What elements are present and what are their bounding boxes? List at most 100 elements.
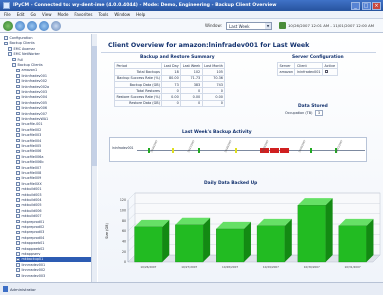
tree-item[interactable]: linuxfile002 <box>16 128 91 133</box>
tree-item[interactable]: linknfradev005 <box>16 101 91 106</box>
close-button[interactable]: × <box>372 1 381 10</box>
bar-side <box>366 218 374 262</box>
backup-event-mark[interactable] <box>198 147 200 153</box>
tree-item-label: Full <box>17 57 24 62</box>
tree-item[interactable]: linuxfile005 <box>16 144 91 149</box>
menu-item[interactable]: Help <box>136 11 145 18</box>
bar <box>134 226 163 263</box>
menu-item[interactable]: File <box>4 11 11 18</box>
tree-item[interactable]: mkappserv <box>16 252 91 257</box>
tree-item[interactable]: linknfradev003 <box>16 90 91 95</box>
tree-item[interactable]: mkappweb02 <box>16 247 91 252</box>
chevron-down-icon[interactable]: ▼ <box>265 22 271 29</box>
tree-item-label: linknfradev006 <box>21 106 48 111</box>
backup-event-mark[interactable] <box>310 147 312 153</box>
table-row[interactable]: amazon lninfradev001 <box>276 68 338 76</box>
client-icon <box>16 241 20 245</box>
client-overview-panel: Client Overview for amazon:lninfradev001… <box>98 34 383 282</box>
bar <box>338 225 367 263</box>
tree-item[interactable]: linuxfile004 <box>16 139 91 144</box>
menu-item[interactable]: Window <box>114 11 130 18</box>
client-icon <box>16 225 20 229</box>
backup-event-mark[interactable] <box>172 147 174 153</box>
calendar-icon[interactable] <box>279 22 286 29</box>
backup-event-mark[interactable] <box>235 147 237 153</box>
tree-item[interactable]: Backup Clients <box>12 63 91 68</box>
tree-item[interactable]: linnrradev001 <box>16 263 91 268</box>
tree-item[interactable]: linuxfile008 <box>16 171 91 176</box>
tree-item[interactable]: linknfradevWA1 <box>16 117 91 122</box>
tree-item-label: Backup Clients <box>17 63 43 67</box>
tree-item[interactable]: mkbuild007 <box>16 214 91 219</box>
status-text: Administrator <box>10 287 36 292</box>
tree-item[interactable]: linuxfile006 <box>16 149 91 154</box>
tree-item[interactable]: mkbuild001 <box>16 187 91 192</box>
menu-item[interactable]: Tools <box>98 11 108 18</box>
y-tick-label: 40 <box>122 240 126 244</box>
tree-item[interactable]: linnrradev003 <box>16 274 91 279</box>
menu-item[interactable]: Edit <box>17 11 25 18</box>
tree-item[interactable]: amazon1 <box>16 68 91 73</box>
tree-item[interactable]: linknfradev007 <box>16 112 91 117</box>
tree-item[interactable]: Backup Clients <box>4 41 91 46</box>
tree-item[interactable]: linuxfile006b <box>16 160 91 165</box>
menu-item[interactable]: Favorites <box>74 11 92 18</box>
tree-item[interactable]: linknfradev002 <box>16 79 91 84</box>
maximize-button[interactable]: □ <box>361 1 371 10</box>
window-select[interactable]: Last Week ▼ <box>226 21 272 30</box>
tree-item-label: mkpreprod03 <box>21 230 45 235</box>
page-title: Client Overview for amazon:lninfradev001… <box>108 42 310 49</box>
tree-item[interactable]: Full <box>12 58 91 63</box>
tree-item[interactable]: linknfradev002a <box>16 85 91 90</box>
date-range: 10/26/2007 12:01 AM - 11/01/2007 12:00 A… <box>288 23 375 28</box>
backup-event-mark[interactable] <box>270 147 279 153</box>
tree-item[interactable]: linnrradev002 <box>16 268 91 273</box>
tree-item[interactable]: Configuration <box>4 36 91 41</box>
tree-item[interactable]: linuxfile007 <box>16 166 91 171</box>
backup-event-mark[interactable] <box>280 147 289 153</box>
back-arrow-icon[interactable] <box>27 21 37 31</box>
tree-item[interactable]: mkbackup01 <box>16 257 91 263</box>
tree-item[interactable]: linknfradev004 <box>16 95 91 100</box>
scrollbar-thumb[interactable] <box>92 46 97 166</box>
tree-item[interactable]: linknfradev001 <box>16 74 91 79</box>
checkbox-icon[interactable] <box>324 69 329 74</box>
sync-icon[interactable] <box>15 21 25 31</box>
tree-item[interactable]: mkpreprod03 <box>16 230 91 235</box>
tree-item[interactable]: mkpreprod04 <box>16 236 91 241</box>
tree-item-label: linuxfile009 <box>21 176 42 181</box>
client-icon <box>16 192 20 197</box>
tree-item[interactable]: linknfradev006 <box>16 106 91 111</box>
client-icon <box>16 182 20 186</box>
refresh-icon[interactable] <box>3 21 13 31</box>
tree-item[interactable]: mkpreprod01 <box>16 220 91 225</box>
client-icon <box>16 160 20 164</box>
tree-item-label: linuxfile-001 <box>21 122 43 127</box>
tree-item[interactable]: mkbuild005 <box>16 203 91 208</box>
tree-item[interactable]: mkbuild004 <box>16 198 91 203</box>
tree-item[interactable]: mkbuild006 <box>16 209 91 214</box>
tree-item[interactable]: EMC NetWorker <box>8 52 91 57</box>
menu-item[interactable]: Go <box>30 11 36 18</box>
tree-item[interactable]: linuxfile-001 <box>16 122 91 127</box>
app-icon <box>3 2 10 9</box>
forward-arrow-icon[interactable] <box>39 21 49 31</box>
tree-item[interactable]: linuxfile006a <box>16 155 91 160</box>
tree-item[interactable]: mkbuild003 <box>16 193 91 198</box>
tree-item[interactable]: EMC Avamar <box>8 47 91 52</box>
menu-item[interactable]: View <box>42 11 52 18</box>
tree-item[interactable]: linuxfile003 <box>16 133 91 138</box>
x-tick-label: 10/30/2007 <box>304 265 320 269</box>
tree-item[interactable]: mkappweb01 <box>16 241 91 246</box>
client-icon <box>16 122 20 127</box>
menu-item[interactable]: Mode <box>58 11 69 18</box>
tree-item[interactable]: linuxfile0XX <box>16 182 91 187</box>
tree-scrollbar[interactable] <box>91 34 97 282</box>
minimize-button[interactable]: _ <box>351 1 360 10</box>
tree-item[interactable]: mkpreprod02 <box>16 225 91 230</box>
tree-item-label: linuxfile005 <box>21 144 42 148</box>
occupation-label: Occupation (TB) <box>285 111 313 115</box>
tree-item[interactable]: linuxfile009 <box>16 176 91 181</box>
bar-side <box>325 198 333 262</box>
home-icon[interactable] <box>51 21 61 31</box>
